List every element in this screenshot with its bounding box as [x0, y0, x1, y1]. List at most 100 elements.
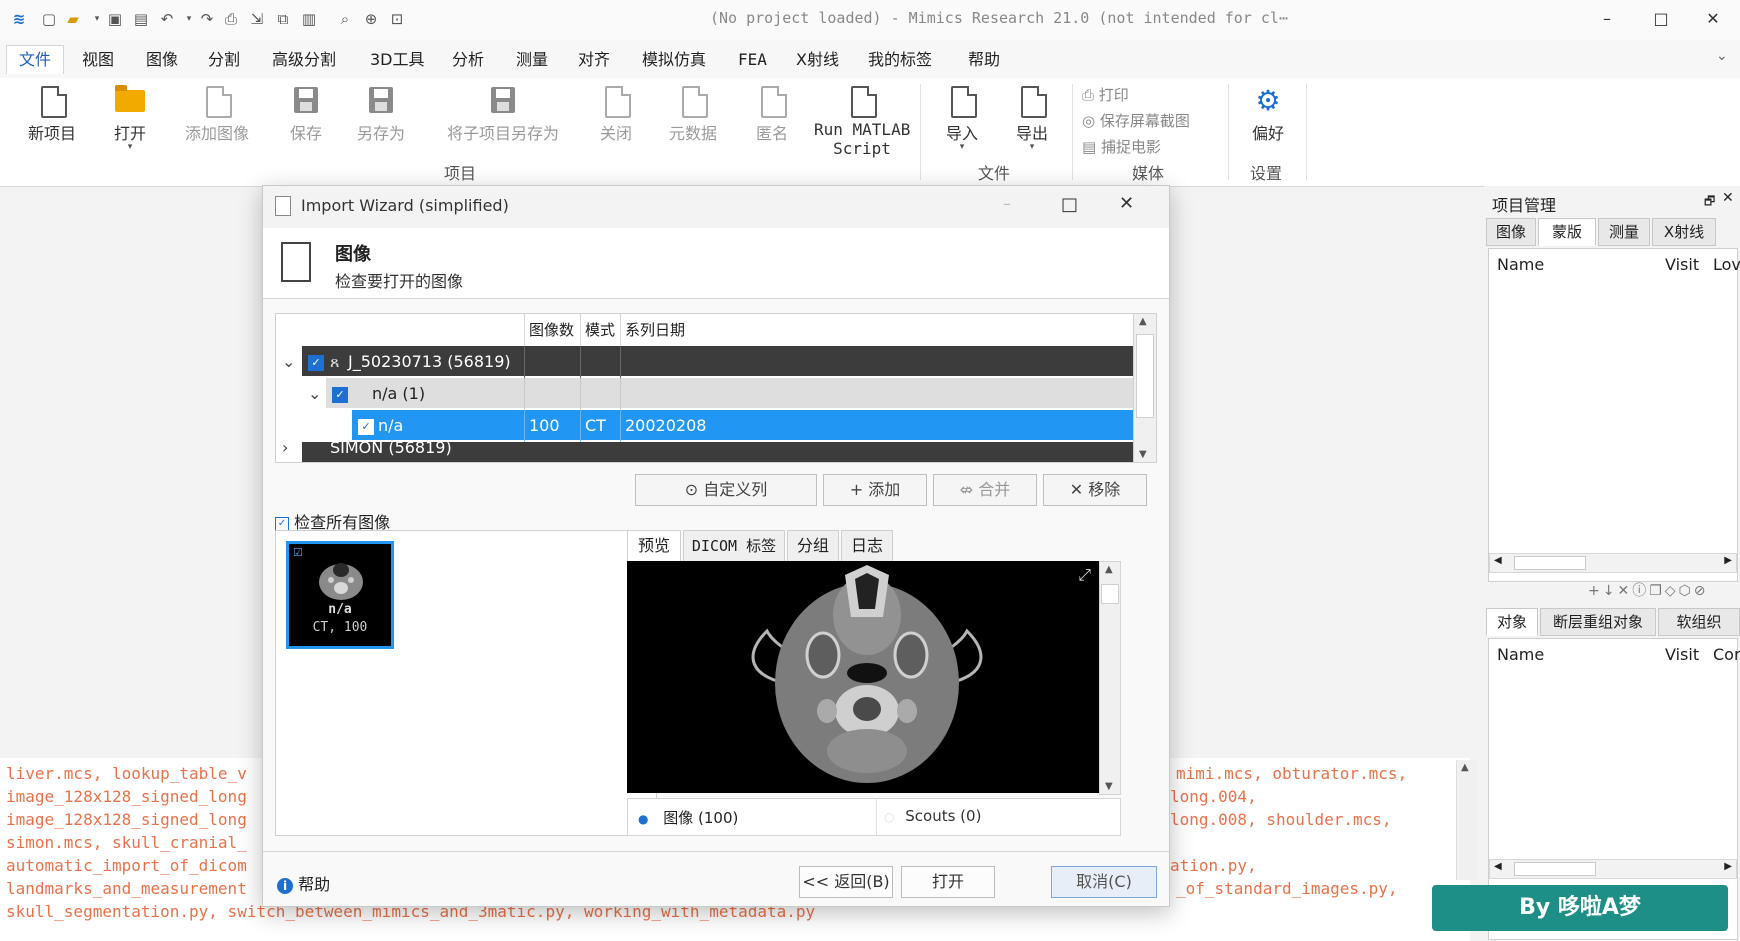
scroll-thumb[interactable] — [1514, 556, 1586, 570]
save-screenshot-button[interactable]: ◎ 保存屏幕截图 — [1082, 110, 1190, 131]
menu-segment[interactable]: 分割 — [196, 46, 252, 74]
column-name[interactable]: Name — [1497, 645, 1544, 664]
zoom-in-icon[interactable]: ⊕ — [362, 10, 380, 28]
merge-button[interactable]: ⇎ 合并 — [933, 474, 1037, 506]
undo-dropdown-icon[interactable]: ▾ — [180, 10, 198, 28]
scroll-up-icon[interactable]: ▲ — [1139, 316, 1147, 327]
import-dropdown-icon[interactable]: ▾ — [942, 142, 982, 152]
maximize-button[interactable]: □ — [1636, 4, 1686, 34]
column-visible[interactable]: Visit — [1665, 255, 1699, 274]
menu-analyze[interactable]: 分析 — [440, 46, 496, 74]
tab-preview[interactable]: 预览 — [627, 530, 681, 562]
column-series-date[interactable]: 系列日期 — [620, 314, 745, 346]
scroll-left-icon[interactable]: ◀ — [1494, 555, 1502, 566]
checkbox-icon[interactable]: ✓ — [275, 516, 289, 531]
close-project-button[interactable]: 关闭 — [596, 86, 636, 144]
tab-soft-tissue[interactable]: 软组织 — [1658, 608, 1740, 636]
thumbnail-card[interactable]: ☑ n/a CT, 100 — [286, 541, 394, 649]
objects-hscrollbar[interactable]: ◀ ▶ — [1489, 859, 1737, 879]
custom-columns-button[interactable]: ⊙ 自定义列 — [635, 474, 817, 506]
add-image-button[interactable]: 添加图像 — [180, 86, 254, 144]
print-button[interactable]: ⎙ 打印 — [1082, 84, 1129, 105]
duplicate-icon[interactable]: ❐ — [1649, 583, 1665, 599]
menu-simulation[interactable]: 模拟仿真 — [630, 46, 718, 74]
delete-icon[interactable]: ✕ — [1617, 583, 1632, 599]
export-button[interactable]: 导出 ▾ — [1012, 86, 1052, 152]
menu-xray[interactable]: X射线 — [784, 46, 851, 74]
menu-my-tabs[interactable]: 我的标签 — [856, 46, 944, 74]
masks-hscrollbar[interactable]: ◀ ▶ — [1489, 553, 1737, 573]
save-subproject-as-button[interactable]: 将子项目另存为 — [444, 86, 562, 144]
new-project-button[interactable]: 新项目 — [22, 86, 82, 144]
expand-chevron-icon[interactable]: ⌄ — [308, 378, 321, 410]
tab-xray[interactable]: X射线 — [1652, 218, 1716, 246]
scroll-thumb[interactable] — [1136, 334, 1154, 418]
dialog-maximize-button[interactable]: □ — [1061, 194, 1078, 215]
scroll-left-icon[interactable]: ◀ — [1494, 861, 1502, 872]
back-button[interactable]: << 返回(B) — [799, 866, 893, 898]
tab-measurements[interactable]: 测量 — [1598, 218, 1650, 246]
save-icon[interactable]: ▣ — [106, 10, 124, 28]
paint-icon[interactable]: ◇ — [1665, 583, 1679, 599]
column-modality[interactable]: 模式 — [580, 314, 621, 346]
menu-fea[interactable]: FEA — [726, 46, 779, 74]
tab-objects[interactable]: 对象 — [1486, 608, 1538, 636]
download-icon[interactable]: ↓ — [1603, 583, 1618, 599]
new-file-icon[interactable]: ▢ — [40, 10, 58, 28]
column-visible[interactable]: Visit — [1665, 645, 1699, 664]
scroll-down-icon[interactable]: ▼ — [1139, 449, 1147, 460]
zoom-icon[interactable]: ⌕ — [336, 10, 354, 28]
tree-row-study[interactable]: ⌄ ✓ n/a (1) — [276, 378, 1134, 410]
save-button[interactable]: 保存 — [286, 86, 326, 144]
expand-chevron-icon[interactable]: › — [282, 432, 288, 462]
tree-scrollbar[interactable]: ▲ ▼ — [1133, 313, 1157, 463]
menu-view[interactable]: 视图 — [70, 46, 126, 74]
import-button[interactable]: 导入 ▾ — [942, 86, 982, 152]
export-dropdown-icon[interactable]: ▾ — [1012, 142, 1052, 152]
scroll-down-icon[interactable]: ▼ — [1105, 781, 1113, 792]
tree-row-patient-2[interactable]: › SIMON (56819) — [276, 438, 1134, 462]
column-image-count[interactable]: 图像数 — [524, 314, 579, 346]
preview-scrollbar[interactable]: ▲ ▼ — [1099, 561, 1121, 795]
add-button[interactable]: + 添加 — [823, 474, 927, 506]
add-icon[interactable]: + — [1588, 583, 1603, 599]
anonymize-button[interactable]: 匿名 — [752, 86, 792, 144]
capture-movie-button[interactable]: ▤ 捕捉电影 — [1082, 136, 1161, 157]
minimize-button[interactable]: – — [1582, 4, 1632, 34]
undo-icon[interactable]: ↶ — [158, 10, 176, 28]
scroll-up-icon[interactable]: ▲ — [1105, 564, 1113, 575]
pin-icon[interactable]: 🗗 — [1704, 192, 1715, 213]
export-icon[interactable]: ⇲ — [248, 10, 266, 28]
column-name[interactable]: Name — [1497, 255, 1544, 274]
tab-dicom-tags[interactable]: DICOM 标签 — [683, 530, 785, 562]
scroll-right-icon[interactable]: ▶ — [1724, 861, 1732, 872]
column-color[interactable]: Cor — [1713, 645, 1740, 664]
save-as-button[interactable]: 另存为 — [356, 86, 406, 144]
menu-image[interactable]: 图像 — [134, 46, 190, 74]
open-button[interactable]: 打开 ▾ — [108, 85, 152, 152]
column-low[interactable]: Lov — [1713, 255, 1740, 274]
open-dialog-button[interactable]: 打开 — [901, 866, 995, 898]
hide-icon[interactable]: ⊘ — [1694, 583, 1709, 599]
tab-images[interactable]: 图像 — [1486, 218, 1536, 246]
cube-icon[interactable]: ⬡ — [1679, 583, 1694, 599]
ct-preview-image[interactable]: ⤢ — [627, 561, 1099, 793]
tab-grouping[interactable]: 分组 — [787, 530, 839, 562]
redo-icon[interactable]: ↷ — [198, 10, 216, 28]
paste-icon[interactable]: ▥ — [300, 10, 318, 28]
open-folder-icon[interactable]: ▰ — [64, 10, 82, 28]
row-checkbox[interactable]: ✓ — [332, 378, 348, 410]
dropdown-icon[interactable]: ▾ — [88, 10, 106, 28]
tree-row-patient[interactable]: ⌄ ✓ ጸ J_50230713 (56819) — [276, 346, 1134, 378]
save-all-icon[interactable]: ▤ — [132, 10, 150, 28]
scroll-thumb[interactable] — [1514, 862, 1596, 876]
menu-3d-tools[interactable]: 3D工具 — [358, 46, 437, 74]
menu-align[interactable]: 对齐 — [566, 46, 622, 74]
row-checkbox[interactable]: ✓ — [308, 346, 324, 378]
menu-file[interactable]: 文件 — [6, 45, 65, 74]
run-matlab-button[interactable]: Run MATLAB Script — [814, 86, 910, 158]
radio-images[interactable]: ● 图像 (100) — [638, 807, 738, 828]
print-icon[interactable]: ⎙ — [222, 10, 240, 28]
tab-log[interactable]: 日志 — [841, 530, 893, 562]
dialog-minimize-button[interactable]: – — [1003, 194, 1011, 213]
